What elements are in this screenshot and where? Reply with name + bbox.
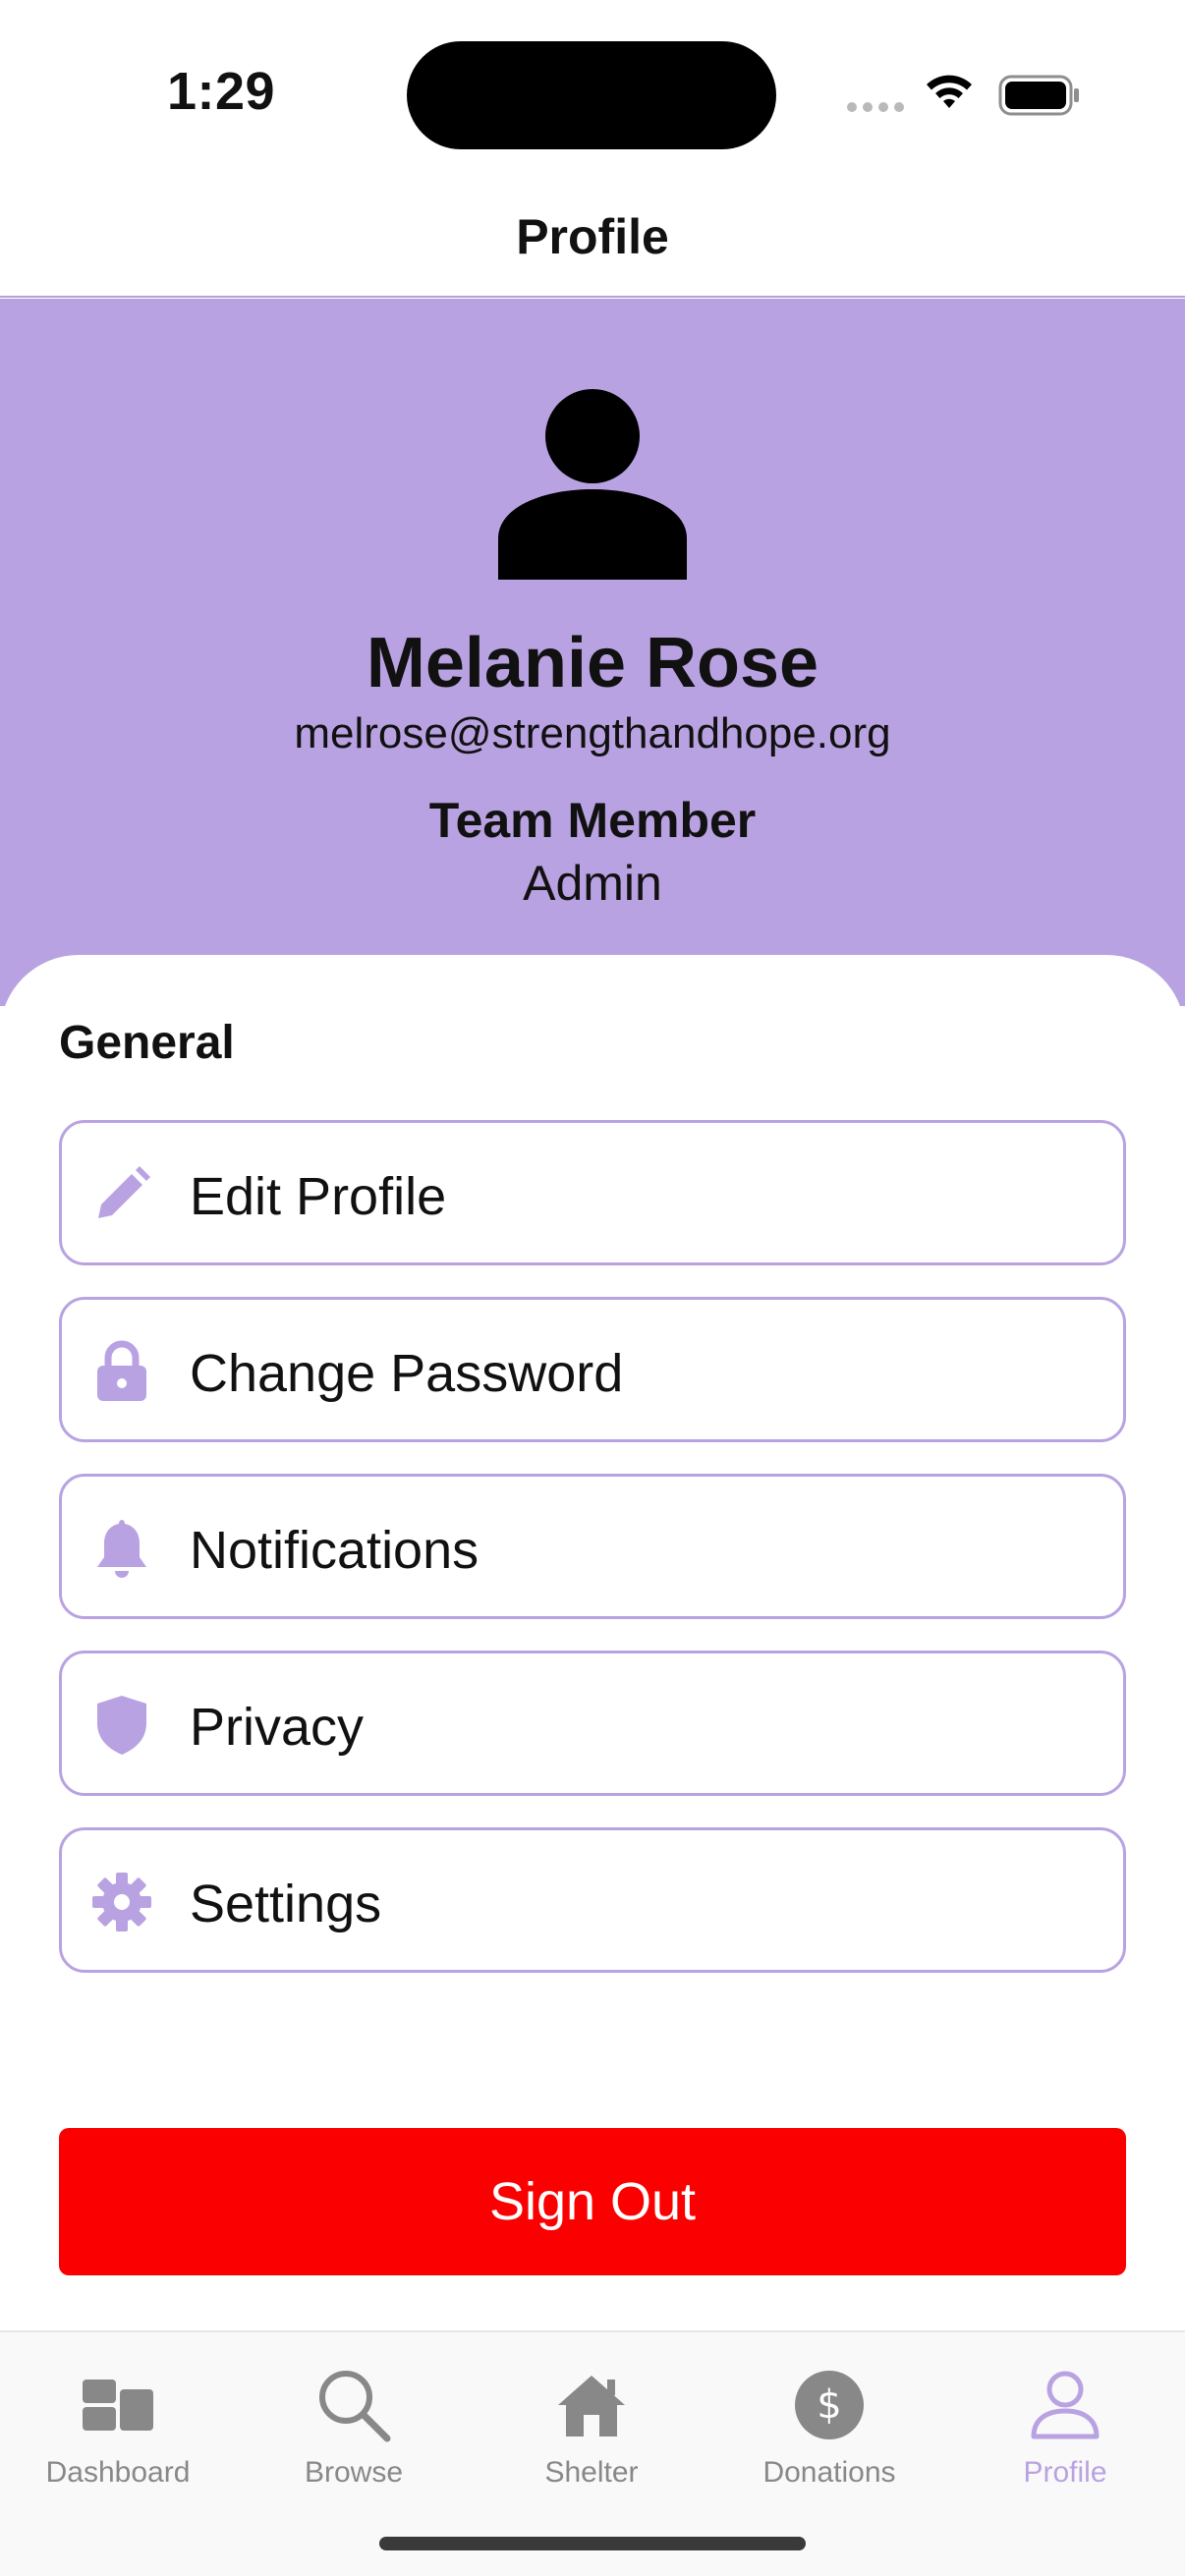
lock-icon	[89, 1339, 154, 1404]
notifications-label: Notifications	[190, 1521, 480, 1580]
status-time: 1:29	[167, 62, 276, 121]
dashboard-icon	[10, 2364, 226, 2446]
tab-browse[interactable]: Browse	[246, 2358, 462, 2505]
battery-icon	[998, 75, 1079, 116]
navigation-bar: Profile	[0, 177, 1185, 298]
tab-shelter[interactable]: Shelter	[483, 2358, 700, 2505]
tab-profile-label: Profile	[1023, 2456, 1107, 2489]
dynamic-island	[407, 41, 776, 149]
notifications-button[interactable]: Notifications	[59, 1474, 1126, 1619]
tab-donations-label: Donations	[762, 2456, 896, 2489]
house-icon	[483, 2364, 700, 2446]
section-label-general: General	[59, 1017, 235, 1069]
edit-profile-label: Edit Profile	[190, 1167, 447, 1226]
settings-sheet: General Edit Profile Change Password Not…	[0, 955, 1185, 2330]
gear-icon	[89, 1870, 154, 1934]
person-icon	[957, 2364, 1173, 2446]
search-icon	[246, 2364, 462, 2446]
profile-role: Team Member	[428, 793, 757, 848]
status-bar: 1:29	[0, 0, 1185, 157]
change-password-button[interactable]: Change Password	[59, 1297, 1126, 1442]
tab-donations[interactable]: $ Donations	[721, 2358, 937, 2505]
dollar-icon: $	[721, 2364, 937, 2446]
privacy-button[interactable]: Privacy	[59, 1651, 1126, 1796]
wifi-icon	[927, 75, 972, 108]
profile-subrole: Admin	[523, 856, 662, 911]
profile-header: Melanie Rose melrose@strengthandhope.org…	[0, 299, 1185, 1006]
tab-shelter-label: Shelter	[544, 2456, 639, 2489]
settings-button[interactable]: Settings	[59, 1827, 1126, 1973]
tab-profile[interactable]: Profile	[957, 2358, 1173, 2505]
settings-label: Settings	[190, 1875, 382, 1933]
sign-out-button[interactable]: Sign Out	[59, 2128, 1126, 2275]
sign-out-label: Sign Out	[488, 2172, 697, 2231]
change-password-label: Change Password	[190, 1344, 624, 1403]
page-title: Profile	[516, 209, 669, 264]
svg-text:$: $	[817, 2382, 841, 2428]
person-icon	[498, 389, 687, 580]
pencil-icon	[89, 1162, 154, 1227]
profile-email: melrose@strengthandhope.org	[294, 709, 891, 757]
tab-dashboard[interactable]: Dashboard	[10, 2358, 226, 2505]
home-indicator[interactable]	[379, 2537, 806, 2550]
tab-dashboard-label: Dashboard	[45, 2456, 191, 2489]
shield-icon	[89, 1693, 154, 1758]
edit-profile-button[interactable]: Edit Profile	[59, 1120, 1126, 1265]
bell-icon	[89, 1516, 154, 1581]
profile-screen: 1:29 Profile Melanie Rose melrose@streng…	[0, 0, 1185, 2576]
profile-name: Melanie Rose	[366, 624, 819, 702]
cellular-signal-icon	[847, 102, 904, 112]
privacy-label: Privacy	[190, 1698, 365, 1757]
tab-browse-label: Browse	[304, 2456, 404, 2489]
